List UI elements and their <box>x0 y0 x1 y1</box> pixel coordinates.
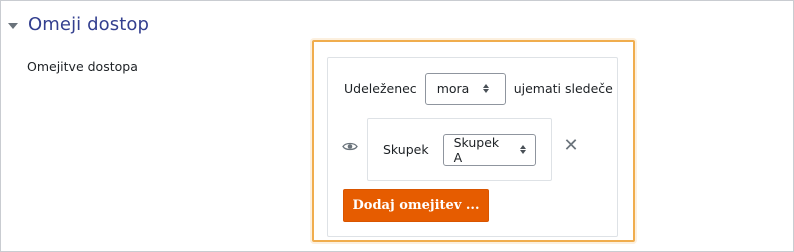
select-arrows-icon <box>483 84 490 93</box>
must-match-select[interactable]: mora <box>424 72 506 105</box>
select-arrows-icon <box>519 145 526 154</box>
restriction-header-row: Udeleženec mora ujemati sledeče <box>344 72 613 105</box>
add-restriction-button[interactable]: Dodaj omejitev ... <box>343 189 489 222</box>
skupek-select[interactable]: Skupek A <box>442 133 536 166</box>
skupek-select-value: Skupek A <box>453 134 500 165</box>
condition-row: Skupek Skupek A <box>383 133 536 166</box>
restriction-prefix: Udeleženec <box>344 81 417 96</box>
restriction-suffix: ujemati sledeče <box>513 81 613 96</box>
must-match-select-value: mora <box>436 81 470 96</box>
section-title: Omeji dostop <box>28 14 150 35</box>
section-header[interactable]: Omeji dostop <box>8 14 149 35</box>
field-label: Omejitve dostopa <box>27 59 138 74</box>
eye-icon[interactable] <box>342 141 358 152</box>
collapse-caret-icon[interactable] <box>8 22 18 29</box>
delete-condition-icon[interactable]: ✕ <box>563 137 579 155</box>
condition-label: Skupek <box>383 142 429 157</box>
